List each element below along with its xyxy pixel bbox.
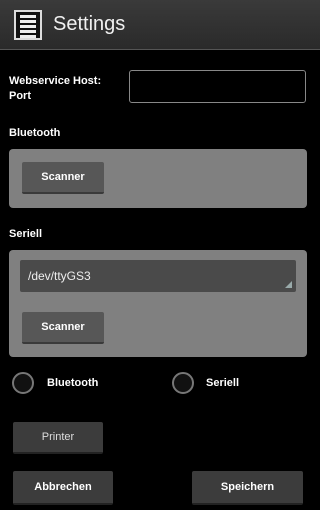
save-button[interactable]: Speichern bbox=[192, 471, 303, 505]
seriell-scanner-button[interactable]: Scanner bbox=[22, 312, 104, 344]
webservice-host-label: Webservice Host: Port bbox=[9, 75, 102, 102]
list-menu-icon[interactable] bbox=[14, 10, 42, 40]
seriell-section-label: Seriell bbox=[9, 228, 43, 240]
page-title: Settings bbox=[53, 13, 126, 35]
bluetooth-panel: Scanner bbox=[9, 149, 307, 208]
bluetooth-section-label: Bluetooth bbox=[9, 127, 61, 139]
action-bar: Settings bbox=[0, 0, 320, 50]
bluetooth-scanner-button[interactable]: Scanner bbox=[22, 162, 104, 194]
radio-bluetooth-label: Bluetooth bbox=[47, 377, 99, 389]
radio-seriell-label: Seriell bbox=[206, 377, 240, 389]
radio-bluetooth[interactable] bbox=[12, 372, 34, 394]
webservice-host-input[interactable] bbox=[129, 70, 306, 103]
printer-button[interactable]: Printer bbox=[13, 422, 103, 454]
resize-corner-icon bbox=[285, 281, 292, 288]
radio-seriell[interactable] bbox=[172, 372, 194, 394]
serial-device-value: /dev/ttyGS3 bbox=[28, 269, 91, 283]
cancel-button[interactable]: Abbrechen bbox=[13, 471, 113, 505]
serial-device-field[interactable]: /dev/ttyGS3 bbox=[20, 260, 296, 292]
